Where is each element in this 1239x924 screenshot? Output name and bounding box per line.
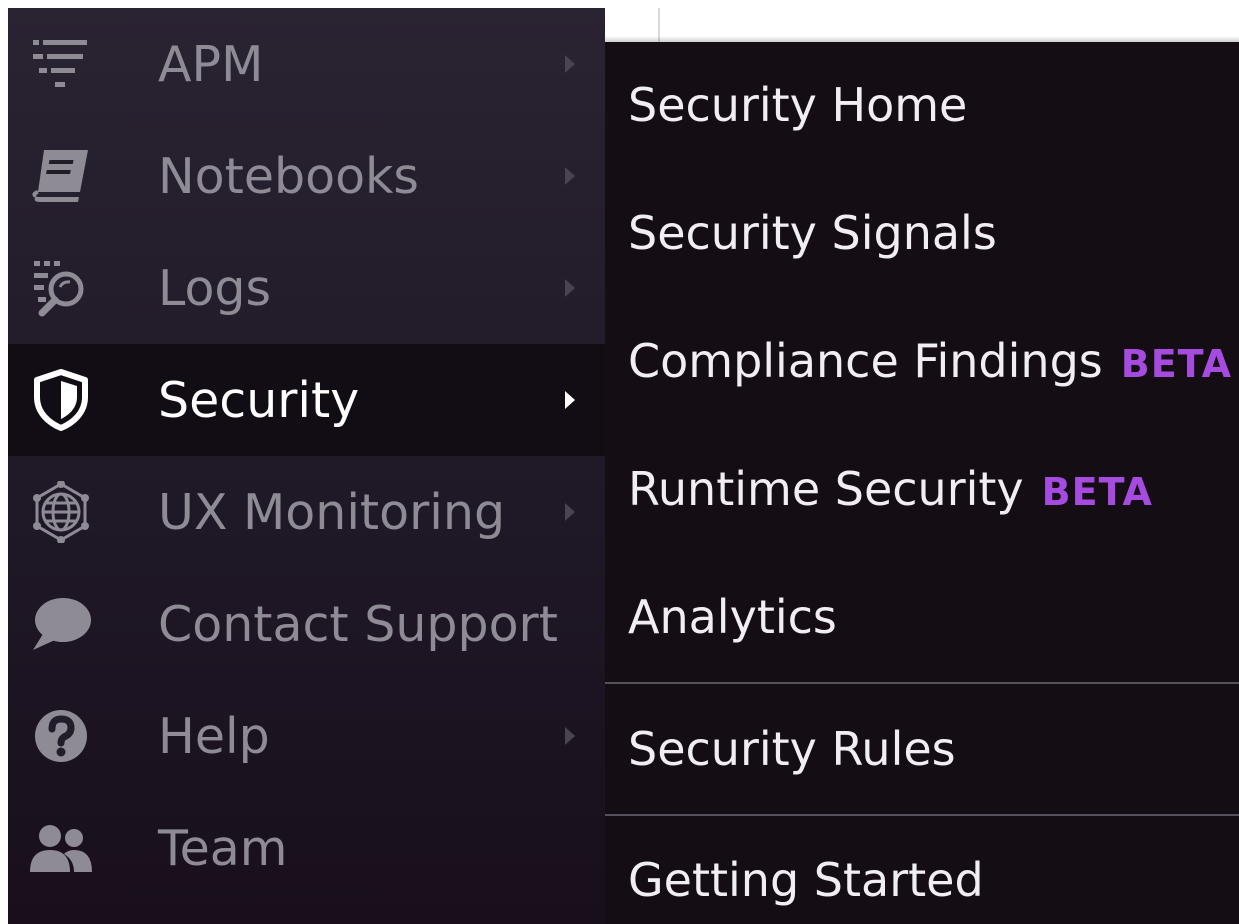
team-icon <box>28 815 94 881</box>
submenu-item-label: Analytics <box>628 590 837 644</box>
shield-icon <box>28 367 94 433</box>
help-circle-icon <box>28 703 94 769</box>
submenu-item-label: Runtime Security <box>628 462 1024 516</box>
chevron-right-icon <box>562 500 578 524</box>
app-stage: APM Notebooks Logs Security UX Monitorin… <box>0 0 1239 924</box>
submenu-item-compliance-findings[interactable]: Compliance Findings BETA <box>605 306 1239 416</box>
submenu-item-getting-started[interactable]: Getting Started <box>605 825 1239 924</box>
sidebar-item-help[interactable]: Help <box>8 680 605 792</box>
sidebar-item-label: Contact Support <box>158 595 558 653</box>
submenu-item-label: Security Rules <box>628 722 956 776</box>
beta-badge: BETA <box>1041 470 1153 514</box>
sidebar-item-logs[interactable]: Logs <box>8 232 605 344</box>
submenu-divider <box>605 682 1239 684</box>
chevron-right-icon <box>562 276 578 300</box>
sidebar-nav: APM Notebooks Logs Security UX Monitorin… <box>8 8 605 924</box>
notebook-icon <box>28 143 94 209</box>
chevron-right-icon <box>562 52 578 76</box>
globe-icon <box>28 479 94 545</box>
submenu-item-label: Security Home <box>628 78 968 132</box>
sidebar-item-security[interactable]: Security <box>8 344 605 456</box>
submenu-item-security-signals[interactable]: Security Signals <box>605 178 1239 288</box>
sidebar-item-label: APM <box>158 35 264 93</box>
sidebar-item-ux-monitoring[interactable]: UX Monitoring <box>8 456 605 568</box>
sidebar-item-label: Team <box>158 819 288 877</box>
submenu-item-analytics[interactable]: Analytics <box>605 562 1239 672</box>
sidebar-item-notebooks[interactable]: Notebooks <box>8 120 605 232</box>
sidebar-item-label: Help <box>158 707 270 765</box>
sidebar-item-team[interactable]: Team <box>8 792 605 904</box>
submenu-item-label: Security Signals <box>628 206 997 260</box>
sidebar-item-contact-support[interactable]: Contact Support <box>8 568 605 680</box>
submenu-item-label-group: Runtime Security BETA <box>628 462 1153 516</box>
chevron-right-icon <box>562 388 578 412</box>
submenu-item-runtime-security[interactable]: Runtime Security BETA <box>605 434 1239 544</box>
sidebar-item-apm[interactable]: APM <box>8 8 605 120</box>
security-submenu: Security Home Security Signals Complianc… <box>605 42 1239 924</box>
chevron-right-icon <box>562 724 578 748</box>
sidebar-item-label: Notebooks <box>158 147 419 205</box>
beta-badge: BETA <box>1120 342 1233 386</box>
apm-filter-icon <box>28 31 94 97</box>
submenu-divider <box>605 814 1239 816</box>
submenu-item-label: Getting Started <box>628 853 984 907</box>
sidebar-item-label: UX Monitoring <box>158 483 506 541</box>
sidebar-item-label: Security <box>158 371 360 429</box>
submenu-item-label-group: Compliance Findings BETA <box>628 334 1232 388</box>
chat-bubble-icon <box>28 591 94 657</box>
submenu-item-security-home[interactable]: Security Home <box>605 50 1239 160</box>
logs-search-icon <box>28 255 94 321</box>
submenu-item-security-rules[interactable]: Security Rules <box>605 694 1239 804</box>
submenu-item-label: Compliance Findings <box>628 334 1103 388</box>
sidebar-item-label: Logs <box>158 259 272 317</box>
chevron-right-icon <box>562 164 578 188</box>
